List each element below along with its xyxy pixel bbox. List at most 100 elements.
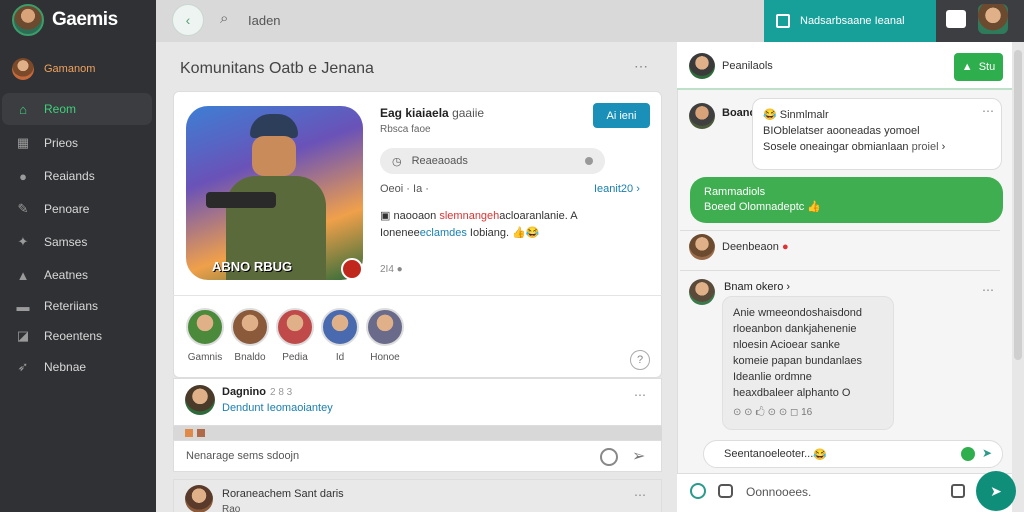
chevron-left-icon: ‹: [185, 12, 191, 28]
user-avatar: [12, 58, 34, 80]
sidebar-item-8[interactable]: ◪ Reoentens: [2, 320, 152, 352]
send-icon[interactable]: ➤: [982, 446, 992, 460]
info-icon: ▣: [380, 210, 391, 222]
game-cover-image[interactable]: ABNO RBUG: [186, 106, 363, 280]
notifications-label: Nadsarbsaane Ieanal: [800, 15, 905, 27]
divider: [173, 295, 662, 296]
post-author-avatar[interactable]: [185, 385, 215, 415]
member-avatar[interactable]: Id: [320, 308, 360, 363]
message-avatar[interactable]: [689, 279, 715, 305]
member-avatar[interactable]: Pedia: [275, 308, 315, 363]
sidebar-item-6[interactable]: ▲ Aeatnes: [2, 259, 152, 291]
sidebar-item-label: Aeatnes: [44, 268, 89, 282]
emoji-icon[interactable]: [600, 448, 618, 466]
profile-avatar[interactable]: [978, 4, 1008, 34]
rocket-icon: ➶: [17, 359, 29, 374]
search-icon: ⌕: [220, 10, 229, 27]
people-icon: ▲: [16, 267, 30, 283]
chat-action-button[interactable]: ▲ Stu: [954, 53, 1003, 81]
trophy-icon: ●: [19, 168, 27, 184]
chat-title: Peanilaols: [722, 60, 773, 72]
message-icon: [776, 14, 790, 28]
attach-icon[interactable]: [951, 484, 965, 498]
sidebar-item-9[interactable]: ➶ Nebnae: [2, 351, 152, 383]
back-button[interactable]: ‹: [172, 4, 204, 36]
member-avatar[interactable]: Gamnis: [185, 308, 225, 363]
game-title: Eag kiaiaela gaaiie: [380, 106, 485, 120]
post-author-avatar[interactable]: [185, 485, 213, 512]
send-fab-button[interactable]: ➤: [976, 471, 1016, 511]
scrollbar[interactable]: [1014, 50, 1022, 360]
sidebar-item-home[interactable]: ⌂ Reom: [2, 93, 152, 125]
reaction-counts: ⊙ ⊙ 🖒 ⊙ ⊙ ◻ 16: [733, 407, 813, 418]
topbar: ‹ ⌕ Nadsarbsaane Ieanal: [156, 0, 1024, 42]
post-time: 2 8 3: [270, 387, 293, 398]
more-icon[interactable]: ⋯: [634, 388, 646, 402]
message-avatar[interactable]: [689, 103, 715, 129]
sidebar-item-4[interactable]: ✎ Penoare: [2, 193, 152, 225]
divider: [680, 230, 1000, 231]
dot-icon: [585, 157, 593, 165]
camera-icon[interactable]: [718, 484, 733, 498]
emoji-icon[interactable]: [690, 483, 706, 499]
game-badge-icon: [341, 258, 363, 280]
bookmark-icon: ◪: [16, 328, 30, 343]
app-name: Gaemis: [52, 9, 118, 30]
member-list: Gamnis Bnaldo Pedia Id Honoe: [185, 308, 405, 363]
wrench-icon: ✎: [17, 201, 29, 216]
sidebar-item-label: Reaiands: [44, 169, 95, 183]
member-avatar[interactable]: Bnaldo: [230, 308, 270, 363]
sidebar-item-label: Prieos: [44, 136, 79, 150]
join-button[interactable]: Ai ieni: [593, 103, 650, 128]
message-author[interactable]: Deenbeaon ●: [722, 241, 789, 253]
brand-avatar: [12, 4, 44, 36]
brand[interactable]: Gaemis: [12, 4, 118, 36]
more-icon[interactable]: ⋯: [634, 58, 648, 75]
game-stats: Oeoi · Ia ·: [380, 183, 429, 195]
post-author[interactable]: Roraneachem Sant daris: [222, 488, 344, 500]
sidebar-item-label: Reoentens: [44, 329, 103, 343]
post-text: Rao: [222, 504, 241, 512]
game-subtitle: Rbsca faoe: [380, 124, 431, 135]
notifications-button[interactable]: Nadsarbsaane Ieanal: [764, 0, 936, 42]
clock-icon: ◷: [392, 155, 402, 168]
sidebar-username: Gamanom: [44, 63, 96, 75]
bell-icon: ▲: [961, 61, 973, 73]
game-meta: 2I4 ●: [380, 264, 403, 275]
sidebar-user[interactable]: Gamanom: [12, 58, 95, 80]
chat-compose-input[interactable]: Oonnooees.: [746, 485, 811, 499]
comment-input[interactable]: Nenarage sems sdoojn: [173, 440, 662, 472]
post-text[interactable]: Dendunt Ieomaoiantey: [222, 402, 333, 414]
search-input[interactable]: [248, 10, 468, 30]
sidebar-item-label: Reom: [44, 102, 77, 116]
post-author[interactable]: Dagnino: [222, 386, 266, 398]
sidebar-item-label: Samses: [44, 235, 88, 249]
sidebar-item-2[interactable]: ▦ Prieos: [2, 127, 152, 159]
more-icon[interactable]: ⋯: [982, 283, 994, 297]
more-icon[interactable]: ⋯: [634, 488, 646, 502]
page-title: Komunitans Oatb e Jenana: [180, 60, 374, 77]
inbox-icon[interactable]: [946, 10, 966, 28]
help-icon[interactable]: ?: [630, 350, 650, 370]
more-icon[interactable]: ⋯: [982, 104, 994, 118]
sidebar: Gaemis Gamanom ⌂ Reom ▦ Prieos ● Reaiands ✎…: [0, 0, 156, 512]
message-avatar[interactable]: [689, 234, 715, 260]
message-bubble-own: Rammadiols Boeed Olomnadeptc 👍: [690, 177, 1003, 223]
sidebar-item-3[interactable]: ● Reaiands: [2, 160, 152, 192]
send-icon[interactable]: ➢: [632, 446, 645, 466]
member-avatar[interactable]: Honoe: [365, 308, 405, 363]
sidebar-item-label: Nebnae: [44, 360, 87, 374]
game-cover-caption: ABNO RBUG: [212, 259, 293, 274]
sidebar-item-7[interactable]: ▬ Reteriians: [2, 290, 152, 322]
home-icon: ⌂: [19, 101, 27, 117]
reply-input[interactable]: Seentanoeleoter... 😂: [703, 440, 1003, 468]
game-filter-pill[interactable]: ◷ Reaeaoads: [380, 148, 605, 174]
send-icon: ➤: [990, 482, 1002, 499]
game-stats-link[interactable]: Ieanit20 ›: [594, 183, 640, 195]
message-author[interactable]: Bnam okero ›: [724, 281, 790, 293]
chat-avatar[interactable]: [689, 53, 715, 79]
game-description: ▣ naooaon slemnangehacloaranlanie. A Ion…: [380, 210, 578, 239]
sidebar-item-5[interactable]: ✦ Samses: [2, 226, 152, 258]
online-icon: [961, 447, 975, 461]
controller-icon: ✦: [17, 234, 29, 249]
